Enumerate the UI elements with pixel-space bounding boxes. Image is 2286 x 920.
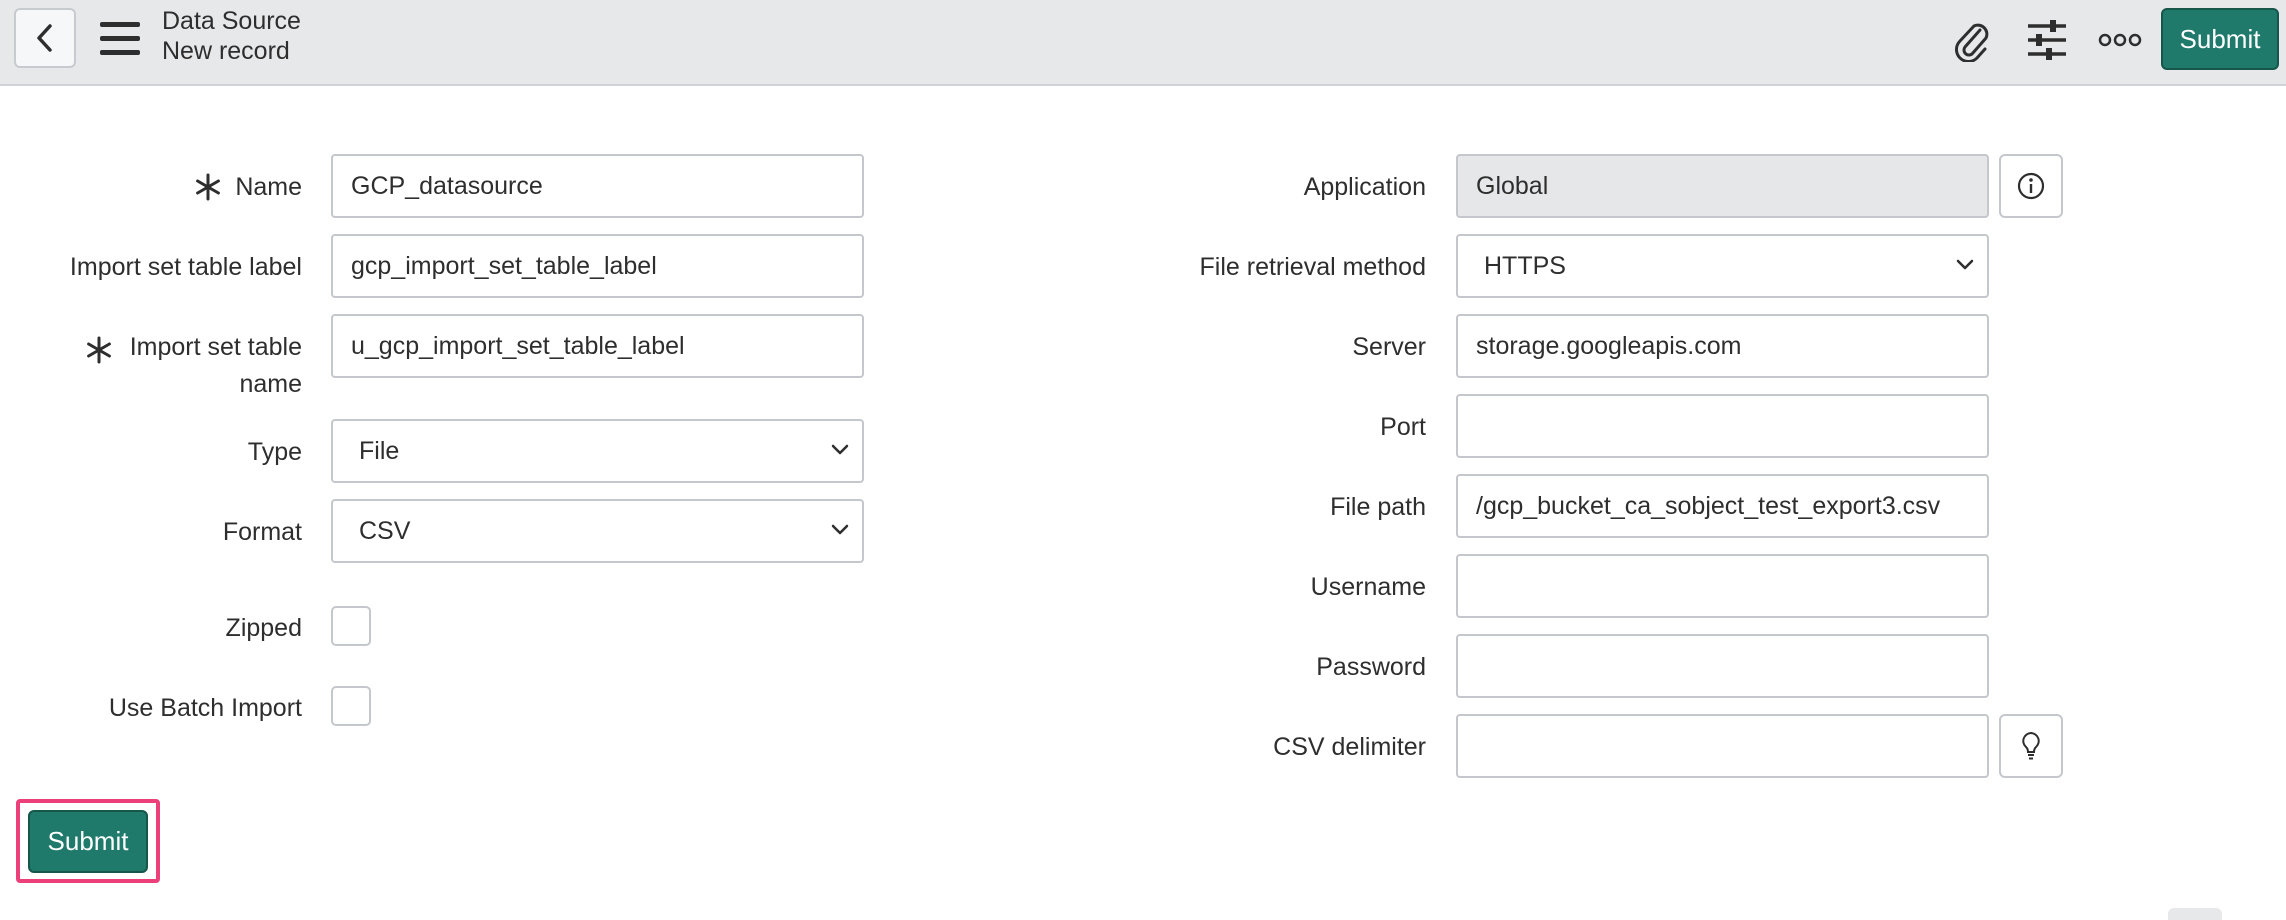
username-input[interactable] (1456, 554, 1989, 618)
use-batch-import-label: Use Batch Import (108, 694, 302, 722)
password-input[interactable] (1456, 634, 1989, 698)
csv-delimiter-label: CSV delimiter (1273, 733, 1426, 761)
name-input[interactable]: GCP_datasource (331, 154, 864, 218)
application-field: Global (1456, 154, 1989, 218)
server-input[interactable]: storage.googleapis.com (1456, 314, 1989, 378)
username-label: Username (1310, 573, 1426, 601)
file-path-input[interactable]: /gcp_bucket_ca_sobject_test_export3.csv (1456, 474, 1989, 538)
format-label: Format (222, 518, 302, 546)
format-select-value: CSV (359, 516, 411, 545)
type-label: Type (247, 438, 302, 466)
import-set-table-label-input[interactable]: gcp_import_set_table_label (331, 234, 864, 298)
info-icon (2017, 172, 2045, 200)
back-button[interactable] (14, 8, 76, 68)
hamburger-menu-icon[interactable] (98, 20, 142, 58)
scroll-to-top-tab[interactable] (2168, 908, 2222, 920)
application-label: Application (1303, 173, 1426, 201)
name-label: Name (235, 173, 302, 201)
back-arrow-icon (37, 24, 52, 52)
paperclip-icon[interactable] (1950, 18, 1994, 62)
import-set-table-name-label-line2: name (239, 370, 302, 398)
port-label: Port (1380, 413, 1426, 441)
file-retrieval-method-select[interactable]: HTTPS (1456, 234, 1989, 298)
import-set-table-label-label: Import set table label (69, 253, 302, 281)
page-title: Data Source (162, 7, 301, 35)
csv-delimiter-suggestion-button[interactable] (1999, 714, 2063, 778)
file-path-label: File path (1330, 493, 1426, 521)
password-label: Password (1316, 653, 1426, 681)
required-icon (87, 336, 111, 364)
import-set-table-name-label-line1: Import set table (129, 333, 302, 361)
file-retrieval-method-value: HTTPS (1484, 251, 1566, 280)
csv-delimiter-input[interactable] (1456, 714, 1989, 778)
application-info-button[interactable] (1999, 154, 2063, 218)
page-subtitle: New record (162, 37, 290, 65)
more-options-icon[interactable] (2098, 18, 2142, 62)
chevron-down-icon (1956, 259, 1974, 270)
sliders-icon[interactable] (2024, 18, 2070, 62)
zipped-label: Zipped (225, 614, 302, 642)
port-input[interactable] (1456, 394, 1989, 458)
submit-button[interactable]: Submit (28, 810, 148, 873)
required-icon (196, 173, 220, 201)
zipped-checkbox[interactable] (331, 606, 371, 646)
chevron-down-icon (831, 524, 849, 535)
server-label: Server (1352, 333, 1426, 361)
type-select[interactable]: File (331, 419, 864, 483)
import-set-table-name-input[interactable]: u_gcp_import_set_table_label (331, 314, 864, 378)
chevron-down-icon (831, 444, 849, 455)
file-retrieval-method-label: File retrieval method (1199, 253, 1426, 281)
form-header: Data Source New record Submit (0, 0, 2286, 86)
header-submit-button[interactable]: Submit (2161, 8, 2279, 70)
use-batch-import-checkbox[interactable] (331, 686, 371, 726)
lightbulb-icon (2022, 731, 2040, 760)
format-select[interactable]: CSV (331, 499, 864, 563)
type-select-value: File (359, 436, 400, 465)
page-title-block: Data Source New record (162, 6, 301, 66)
